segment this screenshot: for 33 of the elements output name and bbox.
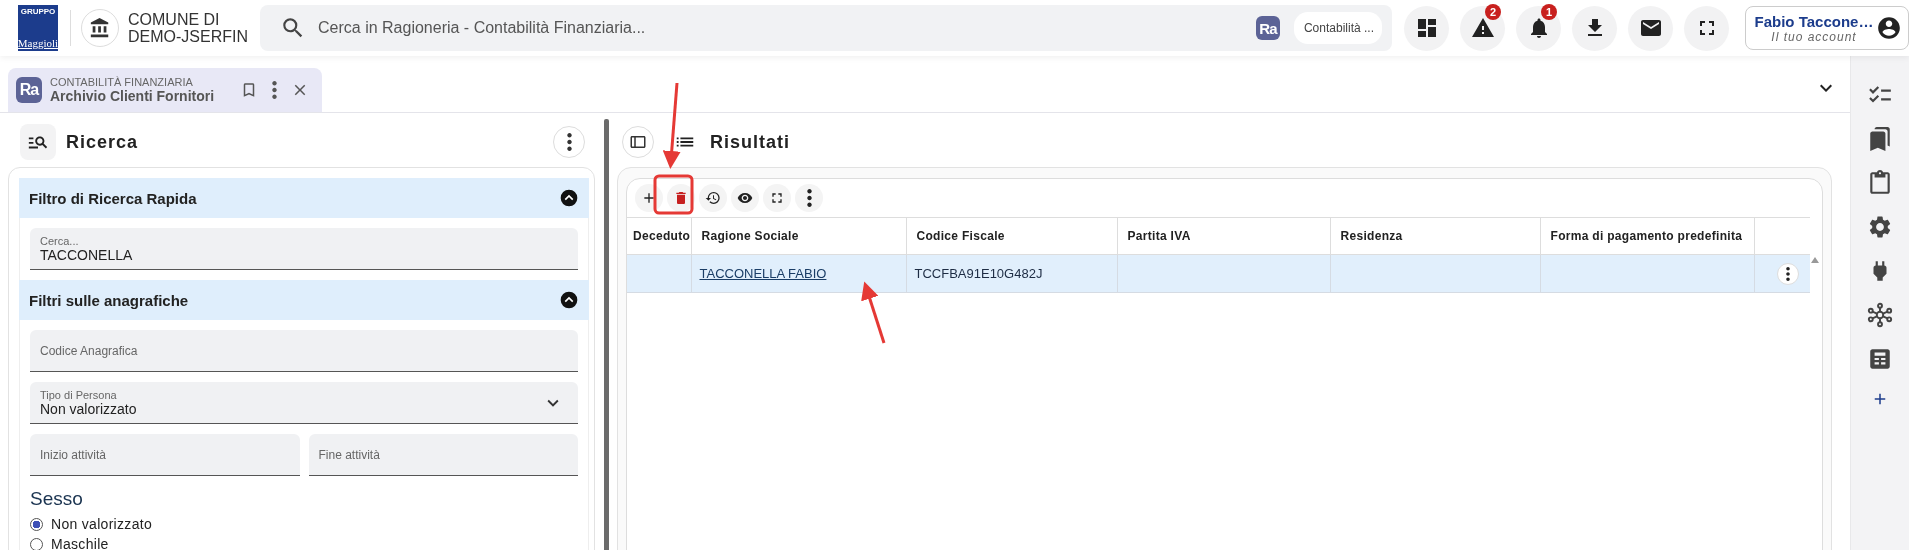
account-button[interactable]: Fabio Taccone… Il tuo account xyxy=(1745,6,1909,50)
date-field[interactable]: Fine attività xyxy=(308,434,578,476)
company-logo: GRUPPO Maggioli xyxy=(18,5,58,51)
column-header[interactable]: Partita IVA xyxy=(1117,217,1330,255)
notification-badge: 1 xyxy=(1541,3,1557,20)
panel-title: Ricerca xyxy=(66,131,140,153)
document-tab[interactable]: Ra CONTABILITÀ FINANZIARIA Archivio Clienti Fornitori xyxy=(8,68,322,112)
bell-button[interactable]: 1 xyxy=(1516,5,1561,51)
radio-option[interactable]: Maschile xyxy=(30,534,578,550)
column-header[interactable]: Residenza xyxy=(1330,217,1540,255)
column-header[interactable]: Deceduto xyxy=(627,217,691,255)
module-logo: Ra xyxy=(1255,16,1280,40)
text-field[interactable]: Cerca... TACCONELLA xyxy=(30,228,578,270)
search-field[interactable]: Cerca in Ragioneria - Contabilità Finanziaria... Ra Contabilità ... xyxy=(260,5,1392,51)
notification-badge: 2 xyxy=(1485,3,1501,20)
text-field[interactable]: Codice Anagrafica xyxy=(30,330,578,372)
organization-name: COMUNE DI DEMO-JSERFIN xyxy=(128,11,248,45)
panel-title: Risultati xyxy=(710,131,790,153)
tab-section: CONTABILITÀ FINANZIARIA xyxy=(50,76,229,88)
radio-option[interactable]: Non valorizzato xyxy=(30,514,578,534)
section-header[interactable]: Filtri sulle anagrafiche xyxy=(19,280,589,320)
warning-button[interactable]: 2 xyxy=(1460,5,1505,51)
select-field[interactable]: Tipo di Persona Non valorizzato xyxy=(30,382,578,424)
table-cell: TCCFBA91E10G482J xyxy=(914,266,1043,281)
module-chip[interactable]: Contabilità ... xyxy=(1293,12,1382,44)
module-logo: Ra xyxy=(16,77,42,103)
group-title: Sesso xyxy=(30,488,84,510)
date-field[interactable]: Inizio attività xyxy=(30,434,300,476)
column-header[interactable]: Codice Fiscale xyxy=(906,217,1117,255)
section-header[interactable]: Filtro di Ricerca Rapida xyxy=(19,178,589,218)
tab-title: Archivio Clienti Fornitori xyxy=(50,88,216,104)
column-header[interactable]: Ragione Sociale xyxy=(691,217,906,255)
column-header[interactable]: Forma di pagamento predefinita xyxy=(1540,217,1754,255)
